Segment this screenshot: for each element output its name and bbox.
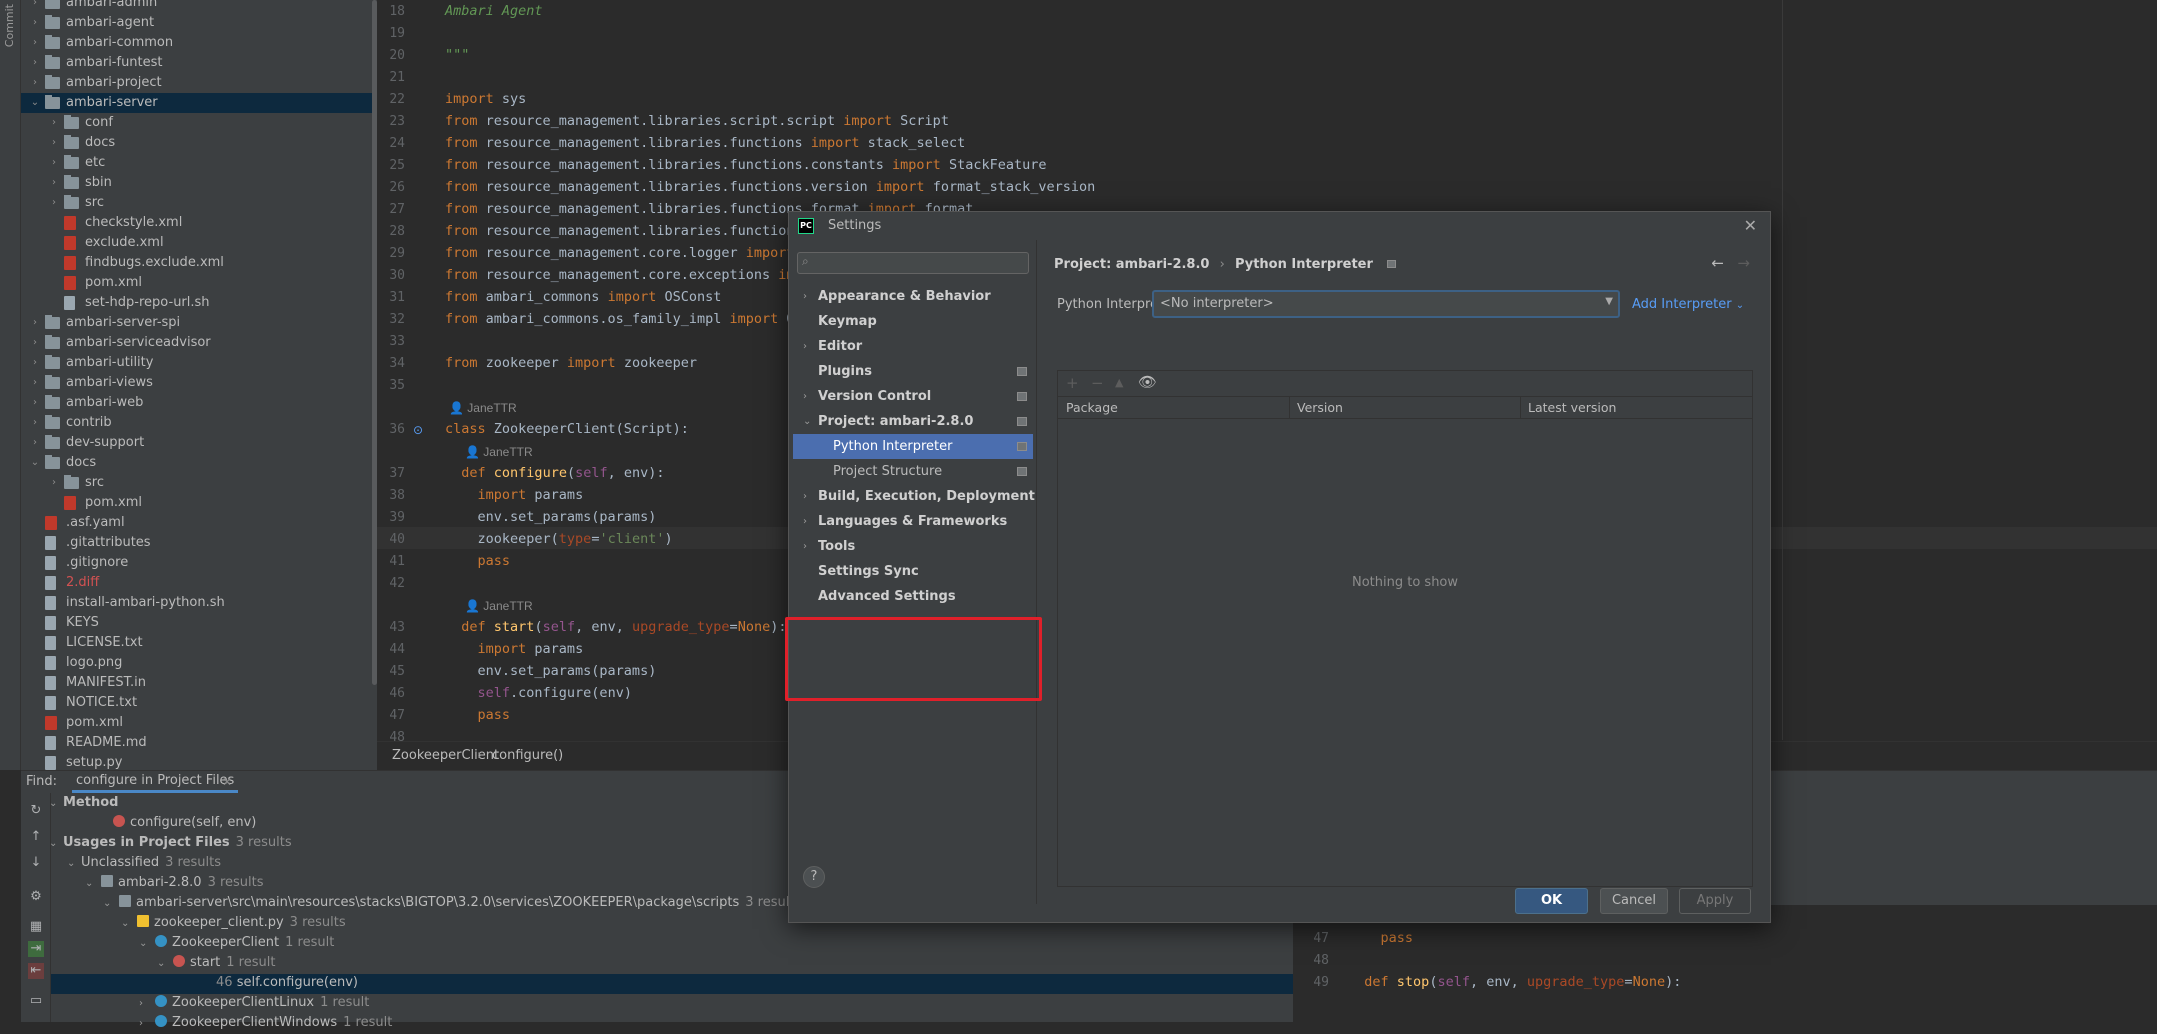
add-interpreter-label: Add Interpreter (1632, 297, 1732, 312)
settings-nav-label: Python Interpreter (833, 439, 953, 454)
apply-button[interactable]: Apply (1679, 888, 1751, 914)
settings-nav-item[interactable]: Plugins (789, 359, 1037, 384)
chevron-right-icon[interactable]: › (803, 534, 807, 559)
settings-dialog: PC Settings ✕ ⌕ › Appearance & Behavior Ke… (785, 211, 1771, 923)
settings-nav-label: Project Structure (833, 464, 943, 479)
settings-nav-item[interactable]: › Editor (789, 334, 1037, 359)
chevron-right-icon[interactable]: › (803, 384, 807, 409)
settings-nav-item[interactable]: › Build, Execution, Deployment (789, 484, 1037, 509)
add-package-icon[interactable]: + (1066, 374, 1079, 392)
dialog-title: Settings (828, 218, 882, 233)
chevron-right-icon[interactable]: › (803, 484, 807, 509)
chevron-right-icon: › (1219, 257, 1225, 272)
settings-nav-label: Build, Execution, Deployment (818, 489, 1035, 504)
settings-nav-label: Keymap (818, 314, 877, 329)
interpreter-value: <No interpreter> (1160, 296, 1274, 311)
settings-nav-label: Appearance & Behavior (818, 289, 991, 304)
settings-nav-label: Settings Sync (818, 564, 919, 579)
show-early-releases-eye-icon[interactable]: 👁 (1138, 373, 1157, 391)
settings-nav-label: Tools (818, 539, 856, 554)
chevron-right-icon[interactable]: › (803, 284, 807, 309)
settings-nav-item[interactable]: ⌄ Project: ambari-2.8.0 (789, 409, 1037, 434)
search-icon: ⌕ (802, 254, 809, 268)
project-settings-icon (1017, 442, 1027, 451)
settings-nav-item[interactable]: Project Structure (789, 459, 1037, 484)
packages-panel: + − ▲ 👁 Package Version Latest version N… (1057, 370, 1753, 887)
settings-nav-label: Editor (818, 339, 863, 354)
chevron-down-icon: ⌄ (1735, 300, 1745, 311)
pycharm-logo-icon: PC (798, 218, 814, 234)
cancel-button[interactable]: Cancel (1600, 888, 1668, 914)
packages-table-header: Package Version Latest version (1058, 397, 1752, 419)
settings-breadcrumb-page: Python Interpreter (1234, 257, 1373, 272)
annotation-highlight-box (785, 617, 1042, 701)
settings-nav-item[interactable]: Python Interpreter (793, 434, 1033, 459)
back-arrow-icon[interactable]: ← (1711, 254, 1724, 272)
settings-nav-item[interactable]: Settings Sync (789, 559, 1037, 584)
project-pin-icon (1387, 260, 1397, 268)
upgrade-package-icon[interactable]: ▲ (1115, 376, 1123, 389)
dialog-close-icon[interactable]: ✕ (1744, 212, 1757, 240)
column-package[interactable]: Package (1066, 397, 1118, 419)
settings-nav-item[interactable]: Advanced Settings (789, 584, 1037, 609)
remove-package-icon[interactable]: − (1091, 374, 1104, 392)
settings-nav-item[interactable]: › Version Control (789, 384, 1037, 409)
chevron-down-icon[interactable]: ⌄ (803, 409, 811, 434)
settings-nav-label: Version Control (818, 389, 932, 404)
interpreter-select[interactable]: <No interpreter> ▼ (1152, 290, 1620, 318)
settings-nav-label: Plugins (818, 364, 872, 379)
chevron-right-icon[interactable]: › (803, 334, 807, 359)
settings-nav-item[interactable]: › Tools (789, 534, 1037, 559)
settings-search-field[interactable] (820, 254, 1020, 272)
add-interpreter-link[interactable]: Add Interpreter ⌄ (1632, 297, 1744, 312)
dialog-titlebar: PC Settings ✕ (789, 212, 1770, 240)
empty-state-text: Nothing to show (1351, 575, 1459, 590)
settings-search-input[interactable]: ⌕ (797, 252, 1029, 274)
help-icon[interactable]: ? (803, 866, 825, 888)
chevron-right-icon[interactable]: › (803, 509, 807, 534)
column-version[interactable]: Version (1297, 397, 1343, 419)
settings-content: Project: ambari-2.8.0 › Python Interpret… (1038, 240, 1770, 904)
forward-arrow-icon[interactable]: → (1737, 254, 1750, 272)
project-settings-icon (1017, 367, 1027, 376)
modal-layer: PC Settings ✕ ⌕ › Appearance & Behavior Ke… (0, 0, 2157, 1022)
chevron-down-icon: ▼ (1605, 296, 1613, 307)
settings-breadcrumb-project: Project: ambari-2.8.0 (1054, 257, 1210, 272)
settings-nav-label: Languages & Frameworks (818, 514, 1008, 529)
project-settings-icon (1017, 467, 1027, 476)
settings-nav-label: Advanced Settings (818, 589, 956, 604)
settings-nav: ⌕ › Appearance & Behavior Keymap › Editor Plu… (785, 240, 1042, 904)
settings-nav-item[interactable]: Keymap (789, 309, 1037, 334)
settings-nav-label: Project: ambari-2.8.0 (818, 414, 974, 429)
project-settings-icon (1017, 417, 1027, 426)
project-settings-icon (1017, 392, 1027, 401)
ok-button[interactable]: OK (1515, 888, 1588, 914)
settings-nav-item[interactable]: › Appearance & Behavior (789, 284, 1037, 309)
column-latest-version[interactable]: Latest version (1528, 397, 1616, 419)
settings-nav-item[interactable]: › Languages & Frameworks (789, 509, 1037, 534)
